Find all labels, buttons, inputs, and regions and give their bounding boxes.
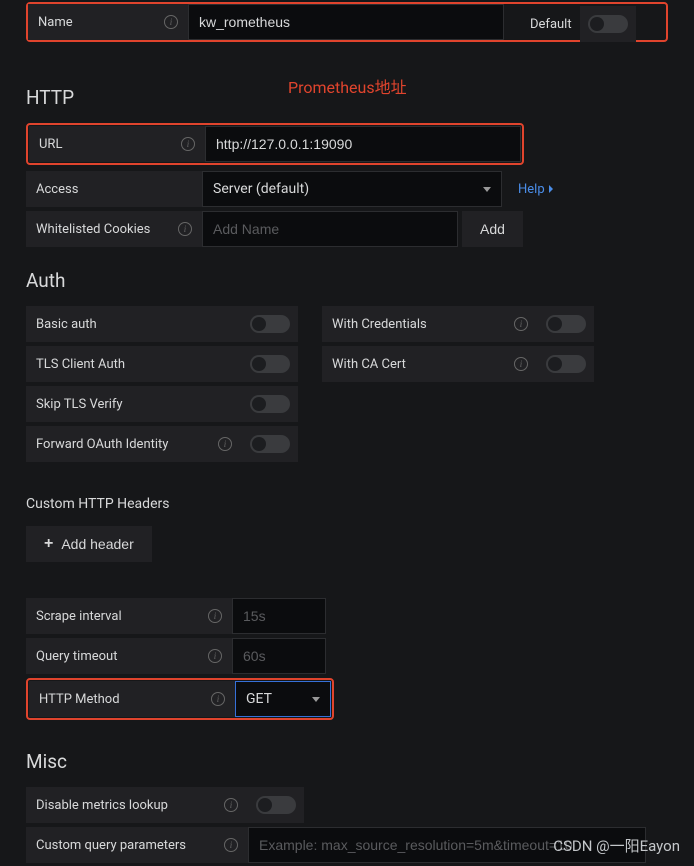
http-method-label-box: HTTP Method i (29, 681, 235, 717)
info-icon[interactable]: i (224, 838, 238, 852)
skip-tls-label: Skip TLS Verify (36, 397, 123, 412)
auth-credentials-row: With Credentials i (322, 306, 594, 342)
tls-client-label: TLS Client Auth (36, 357, 125, 372)
info-icon[interactable]: i (164, 15, 178, 29)
default-toggle-wrap (580, 6, 636, 42)
disable-lookup-row: Disable metrics lookup i (26, 787, 668, 823)
basic-auth-toggle[interactable] (250, 315, 290, 333)
ca-cert-label: With CA Cert (332, 357, 406, 372)
info-icon[interactable]: i (181, 137, 195, 151)
info-icon[interactable]: i (514, 357, 528, 371)
access-label: Access (36, 182, 78, 197)
add-header-button[interactable]: + Add header (26, 526, 152, 562)
auth-ca-cert-row: With CA Cert i (322, 346, 594, 382)
disable-lookup-label-box: Disable metrics lookup i (26, 787, 248, 823)
chevron-down-icon (312, 697, 320, 702)
annotation-text: Prometheus地址 (288, 74, 407, 98)
scrape-interval-row: Scrape interval i (26, 598, 668, 634)
access-value: Server (default) (213, 181, 309, 197)
query-timeout-input[interactable] (232, 638, 326, 674)
basic-auth-label: Basic auth (36, 317, 97, 332)
cookies-label-box: Whitelisted Cookies i (26, 211, 202, 247)
ca-cert-toggle[interactable] (546, 355, 586, 373)
info-icon[interactable]: i (211, 692, 225, 706)
add-cookie-button[interactable]: Add (462, 211, 523, 247)
name-label-box: Name i (28, 4, 188, 40)
auth-section-title: Auth (26, 269, 668, 292)
access-row: Access Server (default) Help (26, 171, 668, 207)
auth-basic-row: Basic auth (26, 306, 298, 342)
credentials-toggle[interactable] (546, 315, 586, 333)
info-icon[interactable]: i (218, 437, 232, 451)
disable-lookup-toggle[interactable] (256, 796, 296, 814)
auth-grid: Basic auth With Credentials i TLS Client … (26, 306, 668, 462)
auth-skip-tls-row: Skip TLS Verify (26, 386, 298, 422)
query-timeout-label: Query timeout (36, 649, 117, 664)
url-label: URL (39, 137, 62, 152)
info-icon[interactable]: i (224, 798, 238, 812)
url-label-box: URL i (29, 126, 205, 162)
default-label: Default (530, 17, 572, 32)
access-label-box: Access (26, 171, 202, 207)
custom-params-label-box: Custom query parameters i (26, 827, 248, 863)
info-icon[interactable]: i (208, 609, 222, 623)
watermark: CSDN @一阳Eayon (553, 835, 680, 856)
access-select[interactable]: Server (default) (202, 171, 502, 207)
url-row: URL i (26, 123, 524, 165)
url-input[interactable] (205, 126, 521, 162)
forward-oauth-toggle[interactable] (250, 435, 290, 453)
http-method-value: GET (246, 691, 272, 707)
tls-client-toggle[interactable] (250, 355, 290, 373)
disable-lookup-label: Disable metrics lookup (36, 798, 168, 813)
auth-forward-oauth-row: Forward OAuth Identity i (26, 426, 298, 462)
query-timeout-label-box: Query timeout i (26, 638, 232, 674)
info-icon[interactable]: i (514, 317, 528, 331)
scrape-interval-input[interactable] (232, 598, 326, 634)
help-link[interactable]: Help (518, 182, 553, 197)
forward-oauth-label: Forward OAuth Identity (36, 437, 168, 452)
chevron-down-icon (483, 187, 491, 192)
name-input[interactable] (188, 4, 504, 40)
scrape-interval-label: Scrape interval (36, 609, 122, 624)
plus-icon: + (44, 535, 53, 553)
default-toggle[interactable] (588, 15, 628, 33)
custom-params-label: Custom query parameters (36, 838, 186, 853)
misc-section-title: Misc (26, 750, 668, 773)
credentials-label: With Credentials (332, 317, 427, 332)
custom-headers-title: Custom HTTP Headers (26, 496, 668, 512)
cookies-row: Whitelisted Cookies i Add (26, 211, 668, 247)
http-method-label: HTTP Method (39, 692, 120, 707)
skip-tls-toggle[interactable] (250, 395, 290, 413)
http-method-row: HTTP Method i GET (26, 678, 334, 720)
http-method-select[interactable]: GET (235, 681, 331, 717)
query-timeout-row: Query timeout i (26, 638, 668, 674)
info-icon[interactable]: i (178, 222, 192, 236)
auth-tls-client-row: TLS Client Auth (26, 346, 298, 382)
cookies-label: Whitelisted Cookies (36, 222, 150, 237)
cookies-input[interactable] (202, 211, 458, 247)
info-icon[interactable]: i (208, 649, 222, 663)
chevron-right-icon (549, 185, 553, 193)
name-label: Name (38, 15, 73, 30)
scrape-interval-label-box: Scrape interval i (26, 598, 232, 634)
